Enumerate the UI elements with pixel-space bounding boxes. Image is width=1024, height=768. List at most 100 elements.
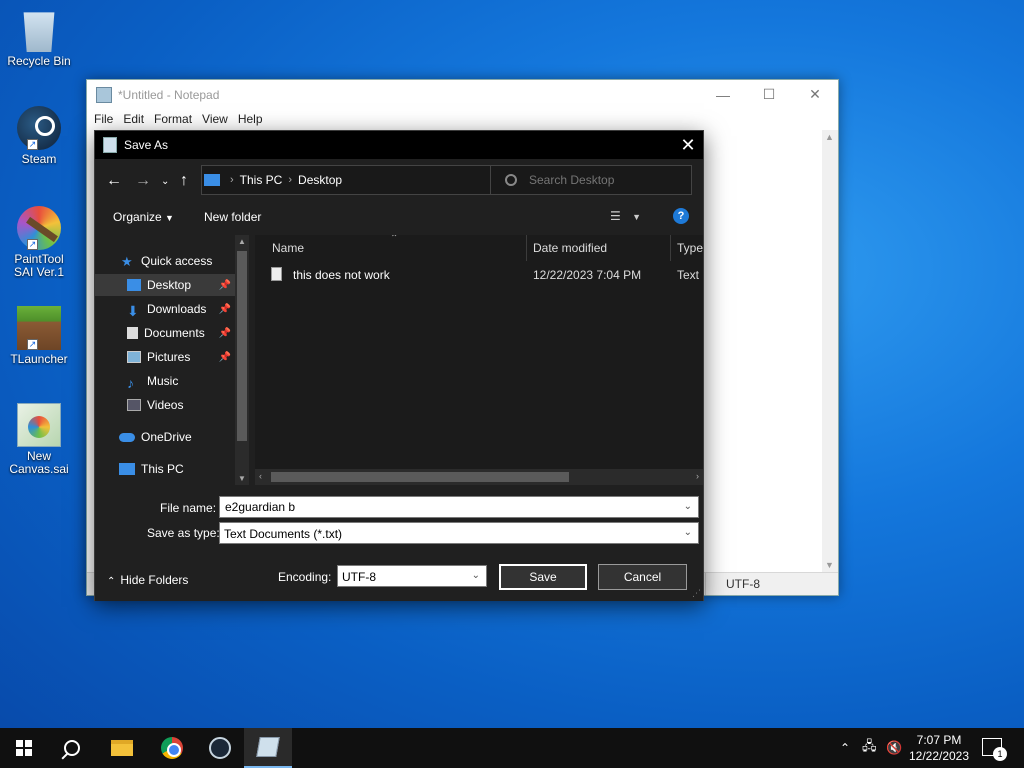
download-arrow-icon: ⬇ [127,303,139,319]
computer-icon [119,463,135,475]
scroll-down-icon[interactable]: ▼ [238,474,246,483]
file-row[interactable]: this does not work 12/22/2023 7:04 PM Te… [265,263,703,287]
navigation-pane-scrollbar[interactable]: ▲ ▼ [235,235,249,485]
search-icon [505,174,517,186]
scrollbar-thumb[interactable] [271,472,569,482]
scroll-left-icon[interactable]: ‹ [259,471,262,481]
search-box[interactable] [490,165,692,195]
nav-item-desktop[interactable]: Desktop 📌 [95,274,235,296]
scrollbar-thumb[interactable] [237,251,247,441]
network-icon[interactable]: 🖧 [862,728,877,768]
desktop-icon-label: New Canvas.sai [9,449,69,476]
notepad-icon [256,737,280,757]
nav-item-downloads[interactable]: ⬇ Downloads 📌 [95,298,235,320]
column-header-name[interactable]: Name [272,235,304,261]
save-button[interactable]: Save [499,564,587,590]
taskbar-clock[interactable]: 7:07 PM 12/22/2023 [903,732,975,764]
encoding-select[interactable]: UTF-8 ⌄ [337,565,487,587]
search-button[interactable] [48,728,96,768]
nav-item-label: Quick access [141,254,213,268]
resize-grip-icon[interactable]: ⋰ [692,588,701,599]
desktop-icon-new-canvas[interactable]: New Canvas.sai [2,403,76,476]
desktop-icon-steam[interactable]: ↗ Steam [2,106,76,166]
notepad-app-icon [96,86,112,103]
nav-item-documents[interactable]: Documents 📌 [95,322,235,344]
save-as-dialog: Save As ✕ ← → ⌄ ↑ › This PC › Desktop ⌄ … [94,130,704,601]
chevron-down-icon[interactable]: ⌄ [472,570,480,581]
tlauncher-icon: ↗ [17,306,61,350]
encoding-label: Encoding: [278,570,332,584]
close-icon[interactable]: ✕ [792,80,838,109]
taskbar-notepad[interactable] [244,728,292,768]
save-as-type-select[interactable]: Text Documents (*.txt) ⌄ [219,522,699,544]
start-button[interactable] [0,728,48,768]
chevron-down-icon[interactable]: ⌄ [684,501,692,512]
chrome-icon [161,737,183,759]
nav-item-label: This PC [141,462,184,476]
notepad-titlebar[interactable]: *Untitled - Notepad — ☐ ✕ [87,80,838,109]
menu-file[interactable]: File [89,112,118,126]
menu-view[interactable]: View [197,112,233,126]
nav-item-pictures[interactable]: Pictures 📌 [95,346,235,368]
chevron-down-icon: ▼ [165,213,174,223]
cancel-button[interactable]: Cancel [598,564,687,590]
dialog-titlebar[interactable]: Save As ✕ [95,131,703,159]
column-header-date-modified[interactable]: Date modified [533,235,607,261]
nav-item-this-pc[interactable]: This PC [95,458,235,480]
nav-item-quick-access[interactable]: ★ Quick access [95,250,235,272]
forward-arrow-icon[interactable]: → [135,172,151,190]
menu-help[interactable]: Help [233,112,268,126]
new-folder-button[interactable]: New folder [204,210,261,224]
organize-button[interactable]: Organize ▼ [113,210,174,224]
scroll-up-icon[interactable]: ▲ [238,237,246,246]
status-encoding: UTF-8 [705,573,840,595]
change-view-button[interactable]: ☰ ▼ [610,209,641,223]
desktop-icon-label: Recycle Bin [7,54,71,68]
menu-edit[interactable]: Edit [118,112,149,126]
desktop-icon-painttool-sai[interactable]: ↗ PaintTool SAI Ver.1 [2,206,76,279]
up-arrow-icon[interactable]: ↑ [180,172,188,190]
breadcrumb-separator-icon: › [230,174,234,186]
desktop-icon-recycle-bin[interactable]: Recycle Bin [2,8,76,68]
recent-locations-chevron-icon[interactable]: ⌄ [161,176,169,187]
nav-item-onedrive[interactable]: OneDrive [95,426,235,448]
desktop-icon-tlauncher[interactable]: ↗ TLauncher [2,306,76,366]
chevron-down-icon[interactable]: ⌄ [684,527,692,538]
save-form: File name: ⌄ Save as type: Text Document… [95,485,703,601]
show-hidden-icons-chevron-icon[interactable]: ⌃ [840,728,850,768]
minimize-icon[interactable]: — [700,80,746,109]
volume-muted-icon[interactable]: 🔇 [886,728,902,768]
taskbar-chrome[interactable] [148,728,196,768]
this-pc-icon [204,174,220,186]
column-divider[interactable] [526,235,527,261]
save-as-type-label: Save as type: [147,526,220,540]
notification-center-icon[interactable]: 1 [982,738,1007,761]
scroll-up-icon[interactable]: ▲ [825,132,834,142]
notepad-vertical-scrollbar[interactable]: ▲ ▼ [822,130,838,572]
file-name-input[interactable] [220,497,651,517]
file-list-horizontal-scrollbar[interactable]: ‹ › [255,469,703,485]
close-icon[interactable]: ✕ [673,135,703,156]
maximize-icon[interactable]: ☐ [746,80,792,109]
breadcrumb-desktop[interactable]: Desktop [298,173,342,187]
scroll-right-icon[interactable]: › [696,471,699,481]
scroll-down-icon[interactable]: ▼ [825,560,834,570]
desktop-icon-label: TLauncher [10,352,68,366]
nav-item-videos[interactable]: Videos [95,394,235,416]
pin-icon: 📌 [218,303,231,315]
menu-format[interactable]: Format [149,112,197,126]
taskbar-file-explorer[interactable] [98,728,146,768]
taskbar-steam[interactable] [196,728,244,768]
column-header-type[interactable]: Type [677,235,703,261]
column-divider[interactable] [670,235,671,261]
nav-item-music[interactable]: ♪ Music [95,370,235,392]
file-name-combobox[interactable]: ⌄ [219,496,699,518]
help-button[interactable]: ? [673,208,689,224]
hide-folders-button[interactable]: ⌃ Hide Folders [107,573,188,587]
breadcrumb-this-pc[interactable]: This PC [240,173,283,187]
organize-label: Organize [113,210,162,224]
breadcrumb-separator-icon[interactable]: › [288,174,292,186]
back-arrow-icon[interactable]: ← [106,172,122,190]
search-input[interactable] [529,173,679,187]
nav-item-label: Pictures [147,350,191,364]
